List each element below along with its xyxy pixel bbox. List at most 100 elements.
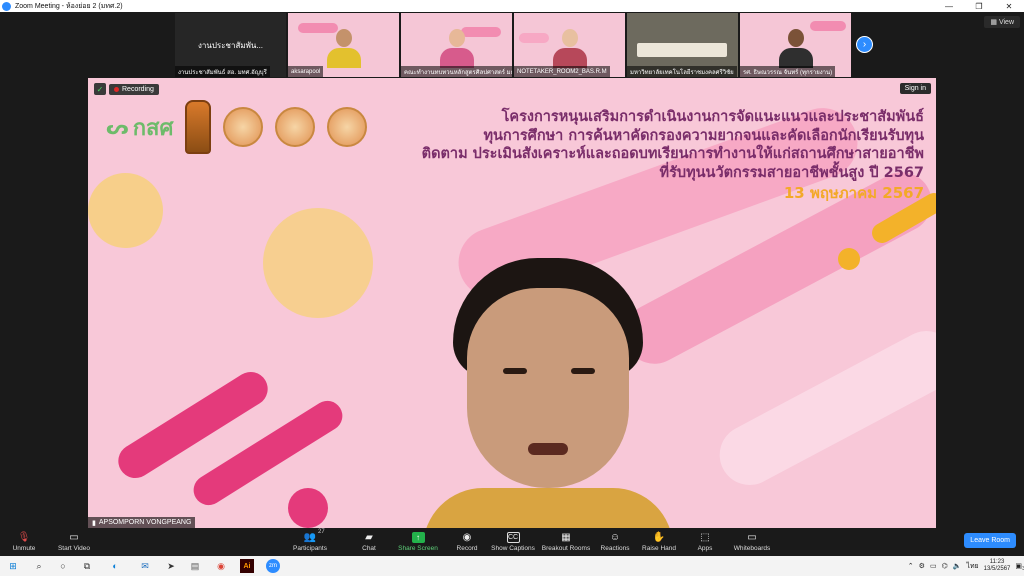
speaker-name-tag: ▮ APSOMPORN VONGPEANG: [88, 517, 196, 528]
share-screen-button[interactable]: ↑ Share Screen: [398, 528, 438, 556]
apps-label: Apps: [697, 545, 713, 552]
record-button[interactable]: ◉ Record: [453, 528, 481, 556]
reactions-icon: ☺: [609, 532, 621, 543]
participant-tile[interactable]: คณะทำงานทบทวนหลักสูตรศิลปศาสตร์ มธ.: [401, 13, 512, 77]
speaker-eye: [571, 368, 595, 374]
network-icon[interactable]: ⌬: [942, 562, 948, 570]
shield-icon: ✓: [94, 83, 106, 95]
hand-icon: ✋: [652, 532, 666, 543]
speaker-name: APSOMPORN VONGPEANG: [98, 519, 192, 526]
meeting-toolbar: 🎙 Unmute ▭ Start Video 👥 27 Participants…: [0, 528, 1024, 556]
grid-icon: ▦: [990, 19, 999, 26]
chevron-up-icon[interactable]: ⌃: [908, 562, 914, 570]
participant-tile[interactable]: aksarapool: [288, 13, 399, 77]
raise-hand-label: Raise Hand: [642, 545, 676, 552]
window-controls: — ❐ ✕: [934, 2, 1024, 11]
start-video-label: Start Video: [57, 545, 91, 552]
participant-tile[interactable]: NOTETAKER_ROOM2_BAS.R.M: [514, 13, 625, 77]
background-stripe: [810, 21, 846, 31]
raise-hand-button[interactable]: ✋ Raise Hand: [640, 528, 678, 556]
gallery-strip: งานประชาสัมพัน... งานประชาสัมพันธ์ สอ. ม…: [175, 13, 851, 77]
background-circle: [263, 208, 373, 318]
clock[interactable]: 11:23 13/5/2567: [984, 559, 1011, 573]
show-captions-button[interactable]: CC Show Captions: [490, 528, 536, 556]
background-stripe: [709, 320, 936, 496]
battery-icon[interactable]: ▭: [930, 562, 937, 570]
conference-table: [637, 43, 727, 57]
participant-name: มหาวิทยาลัยเทคโนโลยีราชมงคลศรีวิชัย: [627, 66, 737, 77]
view-button[interactable]: ▦ View: [984, 16, 1020, 28]
close-button[interactable]: ✕: [994, 2, 1024, 11]
search-icon[interactable]: ⌕: [32, 559, 46, 573]
next-page-button[interactable]: ›: [856, 36, 873, 53]
record-label: Record: [456, 545, 478, 552]
participant-video: [552, 29, 587, 69]
eef-logo: ᔕ กสศ: [106, 110, 173, 145]
settings-icon[interactable]: ⚙: [919, 562, 925, 570]
unmute-label: Unmute: [12, 545, 36, 552]
meeting-stage: งานประชาสัมพัน... งานประชาสัมพันธ์ สอ. ม…: [0, 12, 1024, 528]
eef-mark-icon: ᔕ: [106, 115, 129, 139]
notification-icon[interactable]: ▣ 3: [1015, 562, 1024, 572]
recording-label: Recording: [122, 85, 154, 93]
share-screen-label: Share Screen: [398, 545, 438, 552]
language-indicator[interactable]: ไทย: [966, 561, 978, 572]
apps-icon: ⬚: [700, 532, 710, 543]
headline-line: ติดตาม ประเมินสังเคราะห์และถอดบทเรียนการ…: [421, 146, 924, 162]
chat-button[interactable]: ▰ Chat: [358, 528, 380, 556]
file-explorer-icon[interactable]: ▤: [188, 559, 202, 573]
reactions-label: Reactions: [600, 545, 630, 552]
headline-line: ทุนการศึกษา การค้นหาคัดกรองความยากจนและค…: [483, 127, 924, 144]
breakout-rooms-button[interactable]: ▦ Breakout Rooms: [541, 528, 591, 556]
maximize-button[interactable]: ❐: [964, 2, 994, 11]
edge-icon[interactable]: ◐: [108, 559, 122, 573]
record-icon: ◉: [462, 532, 472, 543]
volume-icon[interactable]: 🔈: [953, 562, 962, 570]
signal-icon: ▮: [92, 519, 96, 527]
participant-video: [326, 29, 361, 69]
event-date: 13 พฤษภาคม 2567: [783, 184, 924, 202]
chat-icon: ▰: [365, 532, 373, 543]
apps-button[interactable]: ⬚ Apps: [694, 528, 716, 556]
whiteboards-button[interactable]: ▭ Whiteboards: [730, 528, 774, 556]
background-stripe: [519, 33, 549, 43]
participant-tile[interactable]: มหาวิทยาลัยเทคโนโลยีราชมงคลศรีวิชัย: [627, 13, 738, 77]
start-video-button[interactable]: ▭ Start Video: [54, 528, 94, 556]
minimize-button[interactable]: —: [934, 2, 964, 11]
send-icon[interactable]: ➤: [164, 559, 178, 573]
participant-label: งานประชาสัมพัน...: [197, 40, 264, 50]
zoom-taskbar-icon[interactable]: zm: [266, 559, 280, 573]
windows-taskbar: ⊞ ⌕ ○ ⧉ ◐ ✉ ➤ ▤ ◉ Ai zm ⌃ ⚙ ▭ ⌬ 🔈 ไทย 11…: [0, 556, 1024, 576]
institution-seal-icon: [185, 100, 212, 154]
show-captions-label: Show Captions: [491, 545, 535, 552]
participant-video: [439, 29, 474, 69]
mail-icon[interactable]: ✉: [138, 559, 152, 573]
reactions-button[interactable]: ☺ Reactions: [598, 528, 632, 556]
task-view-icon[interactable]: ⧉: [80, 559, 94, 573]
background-circle: [288, 488, 328, 528]
recording-indicator: ✓ Recording: [94, 83, 159, 95]
sign-in-button[interactable]: Sign in: [899, 83, 931, 94]
participants-button[interactable]: 👥 27 Participants: [288, 528, 332, 556]
unmute-button[interactable]: 🎙 Unmute: [8, 528, 40, 556]
institution-seal-icon: [275, 107, 316, 147]
logo-row: ᔕ กสศ: [106, 100, 368, 154]
participant-name: คณะทำงานทบทวนหลักสูตรศิลปศาสตร์ มธ.: [401, 66, 512, 77]
breakout-rooms-label: Breakout Rooms: [541, 545, 591, 552]
speaker-mouth: [528, 443, 568, 455]
leave-room-button[interactable]: Leave Room: [964, 533, 1016, 548]
windows-start-icon[interactable]: ⊞: [6, 559, 20, 573]
speaker-figure: [423, 258, 673, 528]
microphone-muted-icon: 🎙: [17, 532, 31, 543]
background-circle: [838, 248, 860, 270]
cortana-icon[interactable]: ○: [56, 559, 70, 573]
chrome-icon[interactable]: ◉: [214, 559, 228, 573]
chevron-right-icon: ›: [862, 39, 867, 50]
speaker-face: [467, 288, 629, 488]
participant-tile[interactable]: งานประชาสัมพัน... งานประชาสัมพันธ์ สอ. ม…: [175, 13, 286, 77]
participants-icon: 👥: [303, 532, 317, 543]
illustrator-icon[interactable]: Ai: [240, 559, 254, 573]
participant-tile[interactable]: รศ. ธิษณวรรณ จันทร์ (ทุกรายงาน): [740, 13, 851, 77]
title-bar: Zoom Meeting - ห้องย่อย 2 (มทศ.2) — ❐ ✕: [0, 0, 1024, 12]
chat-label: Chat: [362, 545, 376, 552]
